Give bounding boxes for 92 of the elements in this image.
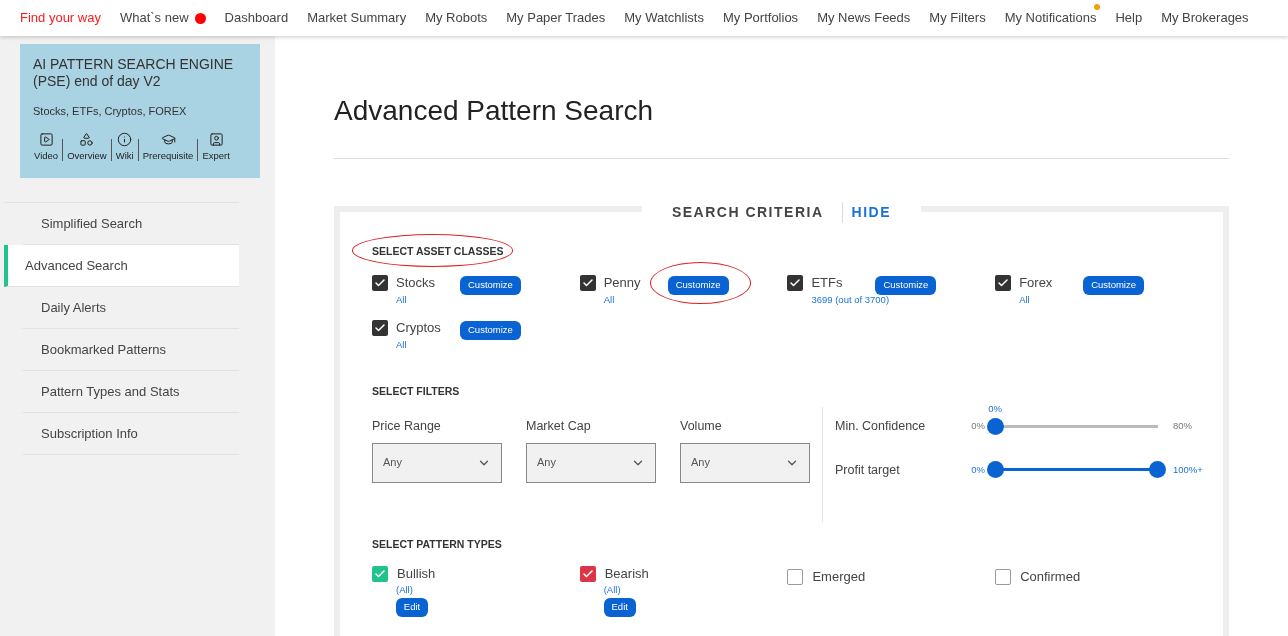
checkbox[interactable] bbox=[787, 568, 804, 585]
slider-thumb[interactable] bbox=[987, 417, 1004, 435]
check-icon bbox=[581, 277, 594, 289]
asset-label: Forex bbox=[1019, 274, 1054, 293]
customize-button[interactable]: Customize bbox=[460, 320, 521, 340]
asset-detail: 3699 (out of 3700) bbox=[811, 294, 891, 306]
pattern-label: Bullish bbox=[397, 564, 436, 583]
pattern-detail: (All) bbox=[396, 583, 414, 596]
nav-link[interactable]: My Paper Trades bbox=[506, 8, 606, 28]
slider-min-label: 0% bbox=[970, 419, 985, 433]
section-heading: SELECT ASSET CLASSES bbox=[372, 244, 504, 259]
section-heading: SELECT PATTERN TYPES bbox=[372, 536, 503, 552]
nav-link[interactable]: My Robots bbox=[425, 8, 488, 28]
product-subtitle: Stocks, ETFs, Cryptos, FOREX bbox=[33, 104, 188, 119]
sidebar-item[interactable]: Pattern Types and Stats bbox=[20, 371, 239, 413]
customize-button[interactable]: Customize bbox=[667, 275, 729, 295]
filter-label: Price Range bbox=[372, 417, 442, 435]
slider-thumb[interactable] bbox=[987, 461, 1004, 479]
graduation-cap-icon bbox=[160, 131, 176, 147]
product-title: AI PATTERN SEARCH ENGINE (PSE) end of day V2 bbox=[33, 56, 235, 90]
hide-link[interactable]: HIDE bbox=[842, 201, 891, 223]
card-link[interactable]: Expert bbox=[201, 131, 231, 163]
nav-link[interactable]: Market Summary bbox=[307, 8, 407, 28]
filter-label: Volume bbox=[680, 417, 723, 435]
slider-track[interactable] bbox=[987, 461, 1166, 479]
card-link[interactable]: Video bbox=[33, 131, 60, 163]
card-link[interactable]: Overview bbox=[66, 131, 108, 163]
nav-link[interactable]: Help bbox=[1115, 8, 1143, 28]
section-heading: SELECT FILTERS bbox=[372, 384, 461, 399]
pattern-label: Emerged bbox=[812, 567, 866, 586]
slider-max-label: 100%+ bbox=[1173, 462, 1203, 477]
pattern-detail: (All) bbox=[603, 583, 622, 596]
info-icon bbox=[117, 131, 133, 147]
checkbox[interactable] bbox=[787, 275, 804, 291]
sidebar-item[interactable]: Bookmarked Patterns bbox=[20, 329, 239, 371]
check-icon bbox=[374, 567, 386, 580]
card-link[interactable]: Wiki bbox=[114, 131, 135, 163]
slider-thumb[interactable] bbox=[1149, 461, 1166, 479]
asset-detail: All bbox=[396, 339, 408, 351]
checkbox[interactable] bbox=[995, 275, 1012, 291]
asset-label: Cryptos bbox=[396, 319, 442, 338]
checkbox[interactable] bbox=[995, 568, 1012, 585]
slider-value: 0% bbox=[988, 402, 1002, 415]
sidebar-item[interactable]: Advanced Search bbox=[4, 245, 239, 287]
checkbox[interactable] bbox=[579, 565, 596, 582]
card-link[interactable]: Prerequisite bbox=[141, 131, 195, 163]
edit-button[interactable]: Edit bbox=[396, 597, 428, 617]
slider-label: Min. Confidence bbox=[835, 417, 927, 435]
nav-link[interactable]: My Notifications bbox=[1004, 8, 1097, 28]
dropdown[interactable]: Any bbox=[372, 442, 502, 483]
user-card-icon bbox=[208, 131, 224, 147]
check-icon bbox=[997, 277, 1010, 289]
nav-link[interactable]: Dashboard bbox=[224, 8, 289, 28]
pattern-label: Bearish bbox=[604, 564, 649, 583]
edit-button[interactable]: Edit bbox=[603, 597, 636, 617]
nav-link[interactable]: What`s new bbox=[119, 8, 206, 28]
nav-link[interactable]: My Filters bbox=[929, 8, 986, 28]
asset-label: Penny bbox=[603, 274, 642, 293]
checkbox[interactable] bbox=[372, 320, 388, 336]
check-icon bbox=[581, 567, 594, 580]
nav-link[interactable]: My Brokerages bbox=[1161, 8, 1249, 28]
customize-button[interactable]: Customize bbox=[875, 275, 937, 295]
asset-detail: All bbox=[396, 294, 408, 306]
sidebar-item[interactable]: Subscription Info bbox=[20, 413, 239, 455]
checkbox[interactable] bbox=[372, 565, 388, 582]
asset-detail: All bbox=[1019, 294, 1031, 306]
filter-label: Market Cap bbox=[526, 417, 592, 435]
check-icon bbox=[374, 277, 386, 289]
checkbox[interactable] bbox=[372, 275, 388, 291]
dropdown[interactable]: Any bbox=[680, 442, 810, 483]
nav-link[interactable]: My News Feeds bbox=[817, 8, 911, 28]
nav-link[interactable]: My Portfolios bbox=[723, 8, 799, 28]
section-title: SEARCH CRITERIA bbox=[671, 201, 843, 223]
slider-min-label: 0% bbox=[970, 462, 985, 477]
nav-link[interactable]: My Watchlists bbox=[624, 8, 704, 28]
checkbox[interactable] bbox=[579, 275, 596, 291]
sidebar-item[interactable]: Daily Alerts bbox=[20, 287, 239, 329]
play-icon bbox=[38, 131, 54, 147]
check-icon bbox=[789, 277, 802, 289]
dropdown[interactable]: Any bbox=[526, 442, 656, 483]
slider-max-label: 80% bbox=[1173, 419, 1192, 433]
shapes-icon bbox=[79, 131, 95, 147]
asset-label: ETFs bbox=[811, 274, 844, 293]
customize-button[interactable]: Customize bbox=[460, 275, 521, 295]
nav-link[interactable]: Find your way bbox=[20, 8, 101, 28]
slider-label: Profit target bbox=[835, 461, 901, 479]
asset-detail: All bbox=[603, 294, 616, 306]
pattern-label: Confirmed bbox=[1020, 567, 1081, 586]
customize-button[interactable]: Customize bbox=[1083, 275, 1144, 295]
page-title: Advanced Pattern Search bbox=[334, 94, 1229, 159]
asset-label: Stocks bbox=[396, 274, 436, 293]
check-icon bbox=[374, 322, 386, 334]
